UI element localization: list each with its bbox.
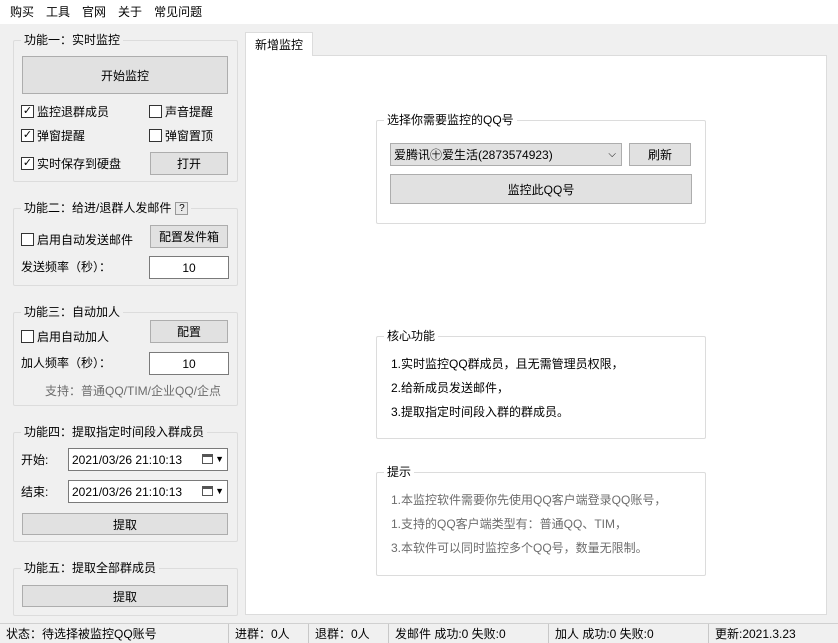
support-text: 支持：普通QQ/TIM/企业QQ/企点 <box>45 384 221 398</box>
qq-account-value: 爱腾讯㊉爱生活(2873574923) <box>394 148 553 162</box>
checkbox-box <box>21 330 34 343</box>
start-time-picker[interactable]: 2021/03/26 21:10:13 ▼ <box>68 448 228 471</box>
refresh-button[interactable]: 刷新 <box>629 143 691 166</box>
checkbox-check-icon: ✓ <box>21 129 34 142</box>
checkbox-save-disk[interactable]: ✓ 实时保存到硬盘 <box>21 155 121 172</box>
chevron-down-icon: ⌵ <box>608 149 616 160</box>
monitor-qq-button[interactable]: 监控此QQ号 <box>390 174 692 204</box>
menu-bar: 购买 工具 官网 关于 常见问题 <box>0 0 838 24</box>
checkbox-label: 实时保存到硬盘 <box>37 157 122 171</box>
end-time-picker[interactable]: 2021/03/26 21:10:13 ▼ <box>68 480 228 503</box>
calendar-icon <box>202 486 213 496</box>
group-title-f1: 功能一：实时监控 <box>21 32 124 48</box>
tab-panel: 选择你需要监控的QQ号 爱腾讯㊉爱生活(2873574923) ⌵ 刷新 监控此… <box>245 55 827 615</box>
tab-add-monitor[interactable]: 新增监控 <box>245 32 313 56</box>
checkbox-box <box>149 129 162 142</box>
checkbox-popup-top[interactable]: 弹窗置顶 <box>149 127 213 144</box>
config-add-button[interactable]: 配置 <box>150 320 228 343</box>
end-time-value: 2021/03/26 21:10:13 <box>72 484 183 499</box>
status-add: 加人 成功:0 失败:0 <box>549 624 709 643</box>
mail-freq-input[interactable]: 10 <box>149 256 229 279</box>
checkbox-monitor-quit[interactable]: ✓ 监控退群成员 <box>21 103 109 120</box>
checkbox-label: 声音提醒 <box>165 105 214 119</box>
add-freq-label: 加人频率（秒）： <box>21 356 112 370</box>
config-mailbox-button[interactable]: 配置发件箱 <box>150 225 228 248</box>
status-mail: 发邮件 成功:0 失败:0 <box>389 624 549 643</box>
start-time-label: 开始: <box>21 453 49 467</box>
group-title-text: 功能二：给进/退群人发邮件 <box>24 201 172 215</box>
menu-website[interactable]: 官网 <box>76 0 112 24</box>
qq-account-select[interactable]: 爱腾讯㊉爱生活(2873574923) ⌵ <box>390 143 622 166</box>
group-title-f3: 功能三：自动加人 <box>21 304 124 320</box>
checkbox-popup[interactable]: ✓ 弹窗提醒 <box>21 127 85 144</box>
core-line-3: 3.提取指定时间段入群的群成员。 <box>391 405 570 419</box>
group-title-f2: 功能二：给进/退群人发邮件? <box>21 200 192 216</box>
checkbox-label: 启用自动加人 <box>37 330 110 344</box>
checkbox-box <box>21 233 34 246</box>
status-join: 进群：0人 <box>229 624 309 643</box>
checkbox-check-icon: ✓ <box>21 105 34 118</box>
chevron-down-icon: ▼ <box>215 454 224 464</box>
group-select-qq: 选择你需要监控的QQ号 <box>376 112 706 224</box>
core-line-1: 1.实时监控QQ群成员，且无需管理员权限， <box>391 357 624 371</box>
mail-freq-label: 发送频率（秒）： <box>21 260 112 274</box>
menu-buy[interactable]: 购买 <box>4 0 40 24</box>
status-update: 更新:2021.3.23 <box>715 627 796 641</box>
group-title-f4: 功能四：提取指定时间段入群成员 <box>21 424 208 440</box>
extract-all-button[interactable]: 提取 <box>22 585 228 607</box>
status-state: 状态：待选择被监控QQ账号 <box>0 624 229 643</box>
open-button[interactable]: 打开 <box>150 152 228 175</box>
start-monitor-button[interactable]: 开始监控 <box>22 56 228 94</box>
checkbox-sound[interactable]: 声音提醒 <box>149 103 213 120</box>
checkbox-check-icon: ✓ <box>21 157 34 170</box>
checkbox-label: 启用自动发送邮件 <box>37 233 134 247</box>
chevron-down-icon: ▼ <box>215 486 224 496</box>
checkbox-box <box>149 105 162 118</box>
menu-about[interactable]: 关于 <box>112 0 148 24</box>
status-quit: 退群：0人 <box>309 624 389 643</box>
menu-tools[interactable]: 工具 <box>40 0 76 24</box>
tip-line-3: 3.本软件可以同时监控多个QQ号，数量无限制。 <box>391 541 648 555</box>
group-title-core: 核心功能 <box>384 328 439 344</box>
checkbox-auto-add[interactable]: 启用自动加人 <box>21 328 109 345</box>
end-time-label: 结束: <box>21 485 49 499</box>
group-title-tips: 提示 <box>384 464 415 480</box>
core-line-2: 2.给新成员发送邮件， <box>391 381 510 395</box>
checkbox-label: 监控退群成员 <box>37 105 110 119</box>
tip-line-2: 1.支持的QQ客户端类型有：普通QQ、TIM， <box>391 517 628 531</box>
group-title-select: 选择你需要监控的QQ号 <box>384 112 517 128</box>
add-freq-input[interactable]: 10 <box>149 352 229 375</box>
status-bar: 状态：待选择被监控QQ账号 进群：0人 退群：0人 发邮件 成功:0 失败:0 … <box>0 623 838 643</box>
tip-line-1: 1.本监控软件需要你先使用QQ客户端登录QQ账号， <box>391 493 667 507</box>
extract-time-button[interactable]: 提取 <box>22 513 228 535</box>
calendar-icon <box>202 454 213 464</box>
menu-faq[interactable]: 常见问题 <box>148 0 208 24</box>
start-time-value: 2021/03/26 21:10:13 <box>72 452 183 467</box>
checkbox-auto-mail[interactable]: 启用自动发送邮件 <box>21 231 133 248</box>
group-title-f5: 功能五：提取全部群成员 <box>21 560 160 576</box>
checkbox-label: 弹窗置顶 <box>165 129 214 143</box>
checkbox-label: 弹窗提醒 <box>37 129 86 143</box>
help-icon[interactable]: ? <box>175 202 189 216</box>
